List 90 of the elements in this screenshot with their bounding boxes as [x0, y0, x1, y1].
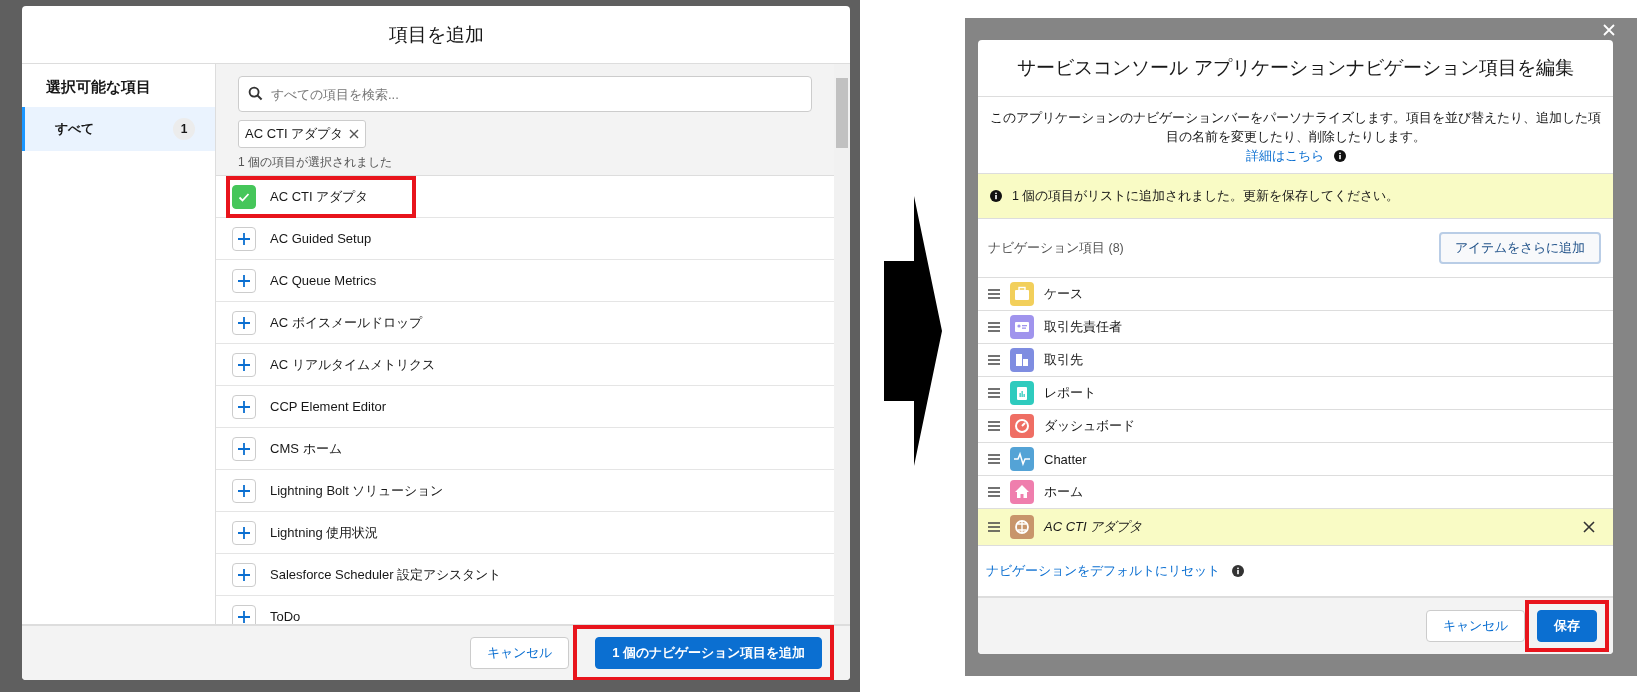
remove-icon[interactable] — [349, 129, 360, 139]
list-item[interactable]: AC Queue Metrics — [216, 260, 834, 302]
item-label: CMS ホーム — [270, 439, 342, 458]
nav-item[interactable]: 取引先 — [978, 344, 1613, 378]
nav-item[interactable]: Chatter — [978, 443, 1613, 477]
nav-item-label: レポート — [1044, 384, 1097, 403]
item-label: AC リアルタイムメトリクス — [270, 355, 435, 374]
dialog-title: 項目を追加 — [388, 22, 484, 47]
description: このアプリケーションのナビゲーションバーをパーソナライズします。項目を並び替えたり、追加した項目の名前を変更したり、削除したりします。 — [989, 110, 1602, 146]
add-button[interactable] — [232, 562, 256, 587]
plus-icon — [237, 525, 251, 540]
add-button[interactable] — [232, 310, 256, 335]
nav-item-label: ホーム — [1044, 483, 1084, 502]
count-badge: 1 — [173, 118, 195, 140]
nav-item-label: Chatter — [1044, 451, 1088, 467]
item-label: Salesforce Scheduler 設定アシスタント — [270, 565, 502, 584]
list-item[interactable]: Lightning Bolt ソリューション — [216, 470, 834, 512]
info-icon — [1333, 149, 1346, 162]
add-button[interactable] — [232, 436, 256, 461]
sidebar-item[interactable]: すべて 1 — [22, 107, 215, 151]
add-button[interactable] — [232, 268, 256, 293]
plus-icon — [237, 483, 251, 498]
drag-handle-icon[interactable] — [988, 522, 1000, 533]
nav-item-label: ダッシュボード — [1044, 417, 1136, 436]
cancel-button[interactable]: キャンセル — [1426, 610, 1525, 643]
item-label: AC CTI アダプタ — [270, 187, 369, 206]
plus-icon — [237, 357, 251, 372]
drag-handle-icon[interactable] — [988, 487, 1000, 498]
plus-icon — [237, 231, 251, 246]
item-label: ToDo — [270, 609, 301, 624]
list-item[interactable]: AC Guided Setup — [216, 218, 834, 260]
add-button[interactable] — [232, 226, 256, 251]
cancel-button[interactable]: キャンセル — [470, 637, 570, 669]
add-button[interactable] — [232, 478, 256, 503]
info-icon — [1232, 565, 1244, 578]
selection-note: 1 個の項目が選択されました — [238, 154, 393, 171]
list-item[interactable]: CCP Element Editor — [216, 386, 834, 428]
close-icon[interactable] — [1603, 24, 1615, 36]
plus-icon — [237, 273, 251, 288]
nav-item-label: 取引先責任者 — [1044, 318, 1123, 337]
list-item[interactable]: Lightning 使用状況 — [216, 512, 834, 554]
sidebar-item-label: すべて — [55, 120, 94, 138]
plus-icon — [237, 315, 251, 330]
add-button[interactable] — [232, 352, 256, 377]
reset-link[interactable]: ナビゲーションをデフォルトにリセット — [986, 562, 1220, 581]
info-icon — [990, 190, 1002, 203]
add-button[interactable] — [232, 604, 256, 624]
plus-icon — [237, 399, 251, 414]
scrollbar[interactable] — [834, 64, 850, 624]
notice-text: 1 個の項目がリストに追加されました。更新を保存してください。 — [1012, 187, 1400, 205]
nav-item-label: ケース — [1044, 285, 1084, 304]
drag-handle-icon[interactable] — [988, 421, 1000, 432]
item-label: AC Queue Metrics — [270, 273, 377, 288]
list-item[interactable]: Salesforce Scheduler 設定アシスタント — [216, 554, 834, 596]
nav-item-label: 取引先 — [1044, 351, 1084, 370]
list-item[interactable]: AC CTI アダプタ — [216, 176, 834, 218]
drag-handle-icon[interactable] — [988, 388, 1000, 399]
nav-item[interactable]: ダッシュボード — [978, 410, 1613, 444]
list-item[interactable]: CMS ホーム — [216, 428, 834, 470]
remove-icon[interactable] — [1583, 521, 1595, 534]
nav-item[interactable]: ケース — [978, 278, 1613, 312]
item-label: AC Guided Setup — [270, 231, 372, 246]
item-label: CCP Element Editor — [270, 399, 387, 414]
search-field[interactable]: すべての項目を検索... — [238, 76, 812, 112]
plus-icon — [237, 609, 251, 624]
item-label: Lightning 使用状況 — [270, 523, 379, 542]
add-items-button[interactable]: 1 個のナビゲーション項目を追加 — [595, 637, 822, 669]
drag-handle-icon[interactable] — [988, 454, 1000, 465]
sidebar-heading: 選択可能な項目 — [45, 78, 152, 97]
drag-handle-icon[interactable] — [988, 322, 1000, 333]
list-label: ナビゲーション項目 (8) — [988, 239, 1124, 257]
nav-item[interactable]: AC CTI アダプタ — [978, 509, 1613, 547]
item-label: Lightning Bolt ソリューション — [270, 481, 444, 500]
list-item[interactable]: AC リアルタイムメトリクス — [216, 344, 834, 386]
drag-handle-icon[interactable] — [988, 289, 1000, 300]
add-button[interactable] — [232, 394, 256, 419]
item-label: AC ボイスメールドロップ — [270, 313, 422, 332]
plus-icon — [237, 567, 251, 582]
help-link[interactable]: 詳細はこちら — [1245, 146, 1324, 166]
add-button[interactable] — [232, 520, 256, 545]
dialog-title: サービスコンソール アプリケーションナビゲーション項目を編集 — [1017, 56, 1574, 80]
nav-item-label: AC CTI アダプタ — [1044, 518, 1144, 537]
add-more-button[interactable]: アイテムをさらに追加 — [1439, 232, 1601, 265]
nav-item[interactable]: レポート — [978, 377, 1613, 411]
plus-icon — [237, 441, 251, 456]
nav-item[interactable]: 取引先責任者 — [978, 311, 1613, 345]
list-item[interactable]: AC ボイスメールドロップ — [216, 302, 834, 344]
chip-label: AC CTI アダプタ — [245, 125, 344, 143]
save-button[interactable]: 保存 — [1537, 610, 1597, 643]
drag-handle-icon[interactable] — [988, 355, 1000, 366]
